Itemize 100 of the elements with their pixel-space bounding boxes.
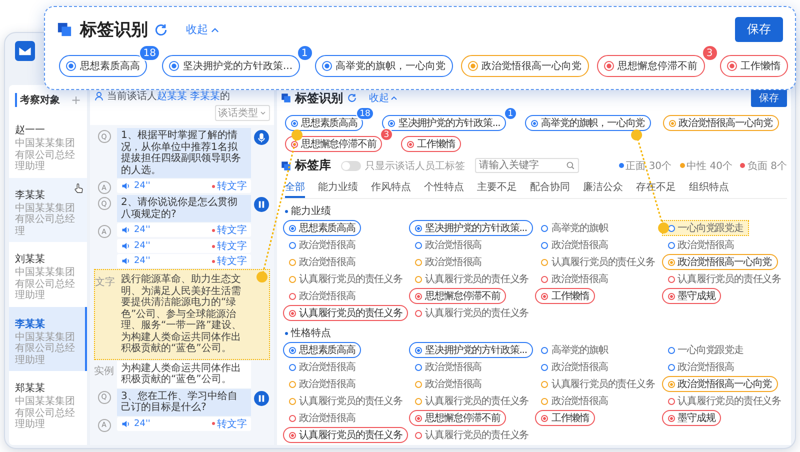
tag-chip[interactable]: 认真履行党员的责任义务 bbox=[283, 393, 408, 409]
tag-chip[interactable]: 政治觉悟很高一心向党 bbox=[460, 55, 589, 77]
tag-chip[interactable]: 工作懒惰 bbox=[720, 55, 788, 77]
tag-chip[interactable]: 政治觉悟很高 bbox=[283, 254, 362, 270]
candidate-item[interactable]: 刘某某 中国某某集团有限公司总经理助理 bbox=[9, 242, 87, 306]
tag-chip[interactable]: 政治觉悟很高 bbox=[283, 288, 362, 304]
tag-chip[interactable]: 思想懈怠停滞不前 bbox=[409, 288, 506, 304]
convert-to-text-button[interactable]: 转文字 bbox=[212, 223, 247, 237]
tag-chip[interactable]: 思想素质高高 bbox=[59, 55, 147, 77]
tag-chip[interactable]: 政治觉悟很高 bbox=[409, 359, 488, 375]
refresh-icon[interactable] bbox=[347, 93, 357, 103]
tag-chip[interactable]: 政治觉悟很高 bbox=[535, 393, 614, 409]
tag-chip[interactable]: 高举党的旗帜，一心向党 bbox=[314, 55, 453, 77]
tag-chip[interactable]: 政治觉悟很高 bbox=[662, 359, 740, 375]
tag-chip[interactable]: 认真履行党员的责任义务 bbox=[535, 254, 661, 270]
save-button[interactable]: 保存 bbox=[751, 89, 787, 107]
tab[interactable]: 组织特点 bbox=[689, 178, 729, 198]
tag-chip[interactable]: 认真履行党员的责任义务 bbox=[409, 393, 535, 409]
candidate-name: 李某某 bbox=[15, 318, 45, 330]
save-button[interactable]: 保存 bbox=[735, 17, 783, 42]
candidate-position: 中国某某集团有限公司总经理助理 bbox=[15, 396, 76, 430]
tag-chip[interactable]: 坚决拥护党的方针政策... bbox=[162, 55, 300, 77]
tag-chip[interactable]: 认真履行党员的责任义务 bbox=[662, 393, 787, 409]
section-title: 标签识别 bbox=[295, 90, 343, 106]
tag-chip[interactable]: 政治觉悟很高 bbox=[535, 271, 614, 287]
tag-chip[interactable]: 坚决拥护党的方针政策... bbox=[382, 115, 506, 131]
tag-chip[interactable]: 坚决拥护党的方针政策... bbox=[409, 342, 533, 358]
bullet-icon bbox=[285, 210, 288, 212]
tag-chip[interactable]: 高举党的旗帜 bbox=[535, 220, 614, 236]
pause-button[interactable] bbox=[254, 390, 269, 406]
tab[interactable]: 配合协同 bbox=[530, 178, 570, 198]
callout-title: 标签识别 bbox=[80, 19, 148, 41]
tag-chip[interactable]: 高举党的旗帜，一心向党 bbox=[525, 115, 651, 131]
tag-chip[interactable]: 政治觉悟很高 bbox=[283, 410, 362, 426]
tag-chip[interactable]: 政治觉悟很高 bbox=[662, 237, 740, 253]
tag-chip[interactable]: 思想懈怠停滞不前 bbox=[596, 55, 705, 77]
pause-button[interactable] bbox=[254, 197, 269, 212]
tag-chip[interactable]: 高举党的旗帜 bbox=[535, 342, 614, 358]
convert-to-text-button[interactable]: 转文字 bbox=[212, 416, 247, 430]
tag-chip[interactable]: 一心向党跟党走 bbox=[662, 342, 750, 358]
collapse-button[interactable]: 收起 bbox=[186, 22, 220, 37]
tag-chip[interactable]: 政治觉悟很高 bbox=[283, 237, 362, 253]
count-badge: 3 bbox=[380, 128, 394, 141]
tag-chip[interactable]: 政治觉悟很高一心向党 bbox=[662, 254, 778, 270]
tag-chip[interactable]: 思想素质高高 bbox=[285, 115, 364, 131]
tag-chip[interactable]: 工作懒惰 bbox=[401, 136, 461, 152]
tag-chip[interactable]: 政治觉悟很高一心向党 bbox=[662, 115, 779, 131]
tag-chip[interactable]: 认真履行党员的责任义务 bbox=[409, 427, 535, 443]
search-field[interactable]: 请输入关键字 bbox=[475, 158, 579, 173]
candidate-name: 李某某 bbox=[15, 188, 45, 202]
tag-chip[interactable]: 思想懈怠停滞不前 bbox=[285, 136, 382, 152]
speaker-icon bbox=[121, 256, 131, 266]
tag-chip[interactable]: 认真履行党员的责任义务 bbox=[283, 427, 408, 443]
audio-message[interactable]: 24'' 转文字 bbox=[117, 254, 251, 268]
tab[interactable]: 全部 bbox=[285, 178, 305, 198]
legend-label: 中性 40个 bbox=[686, 160, 732, 172]
tag-chip[interactable]: 政治觉悟很高 bbox=[535, 237, 614, 253]
tab[interactable]: 作风特点 bbox=[371, 178, 411, 198]
tag-chip[interactable]: 墨守成规 bbox=[662, 288, 722, 304]
refresh-icon[interactable] bbox=[154, 22, 168, 36]
convert-to-text-button[interactable]: 转文字 bbox=[212, 254, 247, 268]
audio-message[interactable]: 24'' 转文字 bbox=[117, 223, 251, 237]
audio-message[interactable]: 24'' 转文字 bbox=[117, 239, 251, 253]
audio-message[interactable]: 24'' 转文字 bbox=[117, 416, 251, 430]
tab[interactable]: 主要不足 bbox=[477, 178, 517, 198]
candidate-item[interactable]: 李某某 中国某某集团有限公司总经理助理 bbox=[9, 306, 87, 371]
tag-chip[interactable]: 政治觉悟很高一心向党 bbox=[662, 376, 778, 392]
tag-chip[interactable]: 思想素质高高 bbox=[283, 220, 362, 236]
tag-chip[interactable]: 认真履行党员的责任义务 bbox=[662, 271, 787, 287]
tab[interactable]: 廉洁公众 bbox=[583, 178, 623, 198]
tab[interactable]: 个性特点 bbox=[424, 178, 464, 198]
convert-to-text-button[interactable]: 转文字 bbox=[212, 239, 247, 253]
toggle-switch[interactable] bbox=[341, 160, 361, 170]
record-button[interactable] bbox=[254, 130, 269, 145]
tag-chip[interactable]: 认真履行党员的责任义务 bbox=[283, 305, 408, 321]
tag-chip[interactable]: 认真履行党员的责任义务 bbox=[409, 305, 535, 321]
tag-chip[interactable]: 政治觉悟很高 bbox=[535, 359, 614, 375]
tag-chip[interactable]: 政治觉悟很高 bbox=[283, 359, 362, 375]
candidate-item[interactable]: 李某某 中国某某集团有限公司总经理 bbox=[9, 178, 87, 242]
tag-chip[interactable]: 思想懈怠停滞不前 bbox=[409, 410, 506, 426]
tag-chip[interactable]: 工作懒惰 bbox=[535, 288, 595, 304]
candidate-item[interactable]: 赵一一 中国某某集团有限公司总经理助理 bbox=[9, 113, 87, 178]
tag-chip[interactable]: 认真履行党员的责任义务 bbox=[283, 271, 408, 287]
tag-chip[interactable]: 认真履行党员的责任义务 bbox=[409, 271, 535, 287]
search-icon bbox=[566, 161, 575, 170]
tag-chip[interactable]: 政治觉悟很高 bbox=[283, 376, 362, 392]
candidate-item[interactable]: 郑某某 中国某某集团有限公司总经理助理 bbox=[9, 371, 87, 436]
tag-chip[interactable]: 坚决拥护党的方针政策... bbox=[409, 220, 533, 236]
tag-chip[interactable]: 政治觉悟很高 bbox=[409, 237, 488, 253]
tag-chip[interactable]: 认真履行党员的责任义务 bbox=[535, 376, 661, 392]
tag-chip[interactable]: 政治觉悟很高 bbox=[409, 254, 488, 270]
tab[interactable]: 能力业绩 bbox=[318, 178, 358, 198]
collapse-button[interactable]: 收起 bbox=[369, 91, 398, 105]
tag-chip[interactable]: 墨守成规 bbox=[662, 410, 722, 426]
tag-chip[interactable]: 一心向党跟党走 bbox=[662, 220, 750, 236]
tag-chip[interactable]: 工作懒惰 bbox=[535, 410, 595, 426]
tag-chip[interactable]: 政治觉悟很高 bbox=[409, 376, 488, 392]
tag-chip[interactable]: 思想素质高高 bbox=[283, 342, 362, 358]
audio-message[interactable]: 24'' 转文字 bbox=[117, 179, 251, 193]
convert-to-text-button[interactable]: 转文字 bbox=[212, 179, 247, 193]
